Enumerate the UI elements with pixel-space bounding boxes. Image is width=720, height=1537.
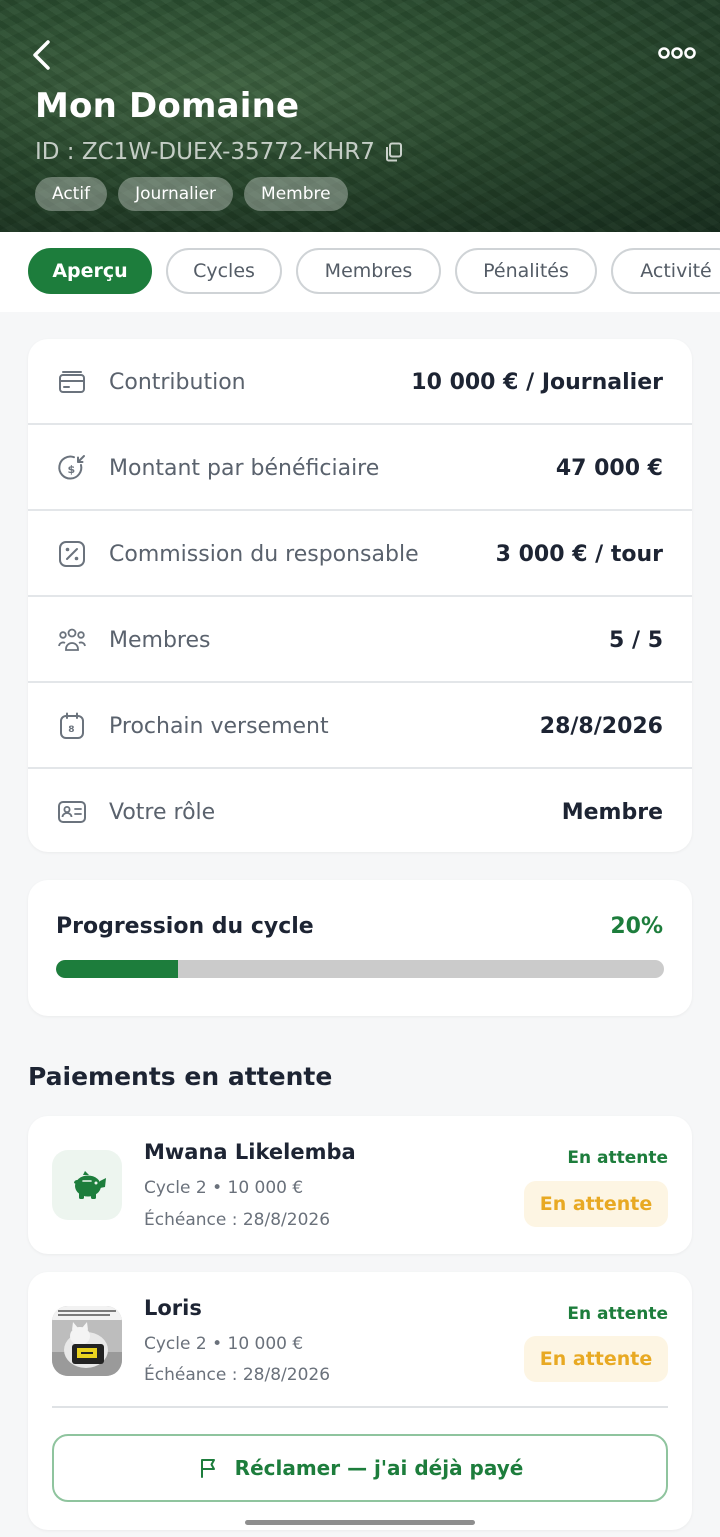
calendar-icon: 8 (60, 712, 84, 739)
detail-label: Votre rôle (109, 799, 216, 825)
more-options-icon[interactable] (658, 44, 696, 62)
detail-value: Membre (561, 799, 663, 825)
chip-role: Membre (244, 177, 348, 211)
progress-bar-fill (56, 960, 178, 978)
payment-due-date: Échéance : 28/8/2026 (144, 1210, 331, 1230)
users-icon (58, 628, 86, 651)
claim-paid-button[interactable]: Réclamer — j'ai déjà payé (52, 1434, 668, 1502)
divider (52, 1406, 668, 1408)
svg-text:$: $ (68, 463, 76, 476)
detail-label: Membres (109, 627, 211, 653)
claim-paid-label: Réclamer — j'ai déjà payé (234, 1456, 524, 1480)
detail-value: 3 000 € / tour (495, 541, 663, 567)
chip-frequency: Journalier (118, 177, 234, 211)
detail-label: Montant par bénéficiaire (109, 455, 380, 481)
id-card-icon (58, 801, 86, 823)
detail-label: Prochain versement (109, 713, 329, 739)
detail-value: 28/8/2026 (539, 713, 663, 739)
avatar (52, 1150, 122, 1220)
status-badge: En attente (524, 1336, 668, 1382)
tab-apercu[interactable]: Aperçu (28, 248, 152, 294)
copy-icon[interactable] (385, 142, 403, 162)
page-title: Mon Domaine (35, 86, 300, 126)
status-chips: Actif Journalier Membre (35, 177, 348, 211)
percent-icon (59, 541, 85, 567)
detail-row-next-payout: 8 Prochain versement 28/8/2026 (28, 683, 692, 769)
payment-due-date: Échéance : 28/8/2026 (144, 1365, 331, 1385)
detail-row-members: Membres 5 / 5 (28, 597, 692, 683)
payment-status-text: En attente (567, 1148, 668, 1168)
detail-label: Commission du responsable (109, 541, 419, 567)
detail-label: Contribution (109, 369, 246, 395)
payment-cycle: Cycle 2 • 10 000 € (144, 1178, 304, 1198)
payer-name: Mwana Likelemba (144, 1140, 356, 1164)
tab-cycles[interactable]: Cycles (166, 248, 282, 294)
tab-bar: Aperçu Cycles Membres Pénalités Activité (0, 232, 720, 312)
section-title-pending: Paiements en attente (28, 1062, 333, 1091)
detail-value: 5 / 5 (609, 627, 663, 653)
avatar (52, 1306, 122, 1376)
home-indicator[interactable] (245, 1520, 475, 1525)
details-card: Contribution 10 000 € / Journalier $ Mon… (28, 339, 692, 852)
payment-status-text: En attente (567, 1304, 668, 1324)
piggy-bank-icon (74, 1171, 106, 1199)
header-banner: Mon Domaine ID : ZC1W-DUEX-35772-KHR7 Ac… (0, 0, 720, 232)
progress-percent: 20% (610, 914, 663, 939)
payer-name: Loris (144, 1296, 202, 1320)
svg-text:8: 8 (68, 725, 74, 735)
progress-bar (56, 960, 664, 978)
dollar-refund-icon: $ (58, 455, 85, 480)
pending-payment-card: Loris Cycle 2 • 10 000 € Échéance : 28/8… (28, 1272, 692, 1530)
back-arrow-icon[interactable] (30, 38, 54, 72)
flag-icon (200, 1459, 215, 1478)
pending-payment-card: Mwana Likelemba Cycle 2 • 10 000 € Échéa… (28, 1116, 692, 1254)
detail-row-beneficiary-amount: $ Montant par bénéficiaire 47 000 € (28, 425, 692, 511)
tab-penalites[interactable]: Pénalités (455, 248, 597, 294)
detail-row-role: Votre rôle Membre (28, 769, 692, 855)
payment-cycle: Cycle 2 • 10 000 € (144, 1334, 304, 1354)
tab-activite[interactable]: Activité (611, 248, 720, 294)
card-icon (59, 371, 85, 393)
tab-membres[interactable]: Membres (296, 248, 441, 294)
detail-value: 47 000 € (555, 455, 663, 481)
progress-card: Progression du cycle 20% (28, 880, 692, 1016)
detail-value: 10 000 € / Journalier (411, 369, 663, 395)
cat-photo-icon (52, 1306, 122, 1376)
group-id-text: ID : ZC1W-DUEX-35772-KHR7 (35, 139, 375, 165)
progress-title: Progression du cycle (56, 914, 314, 939)
chip-status: Actif (35, 177, 108, 211)
detail-row-contribution: Contribution 10 000 € / Journalier (28, 339, 692, 425)
status-badge: En attente (524, 1181, 668, 1227)
detail-row-commission: Commission du responsable 3 000 € / tour (28, 511, 692, 597)
group-id: ID : ZC1W-DUEX-35772-KHR7 (35, 139, 403, 165)
